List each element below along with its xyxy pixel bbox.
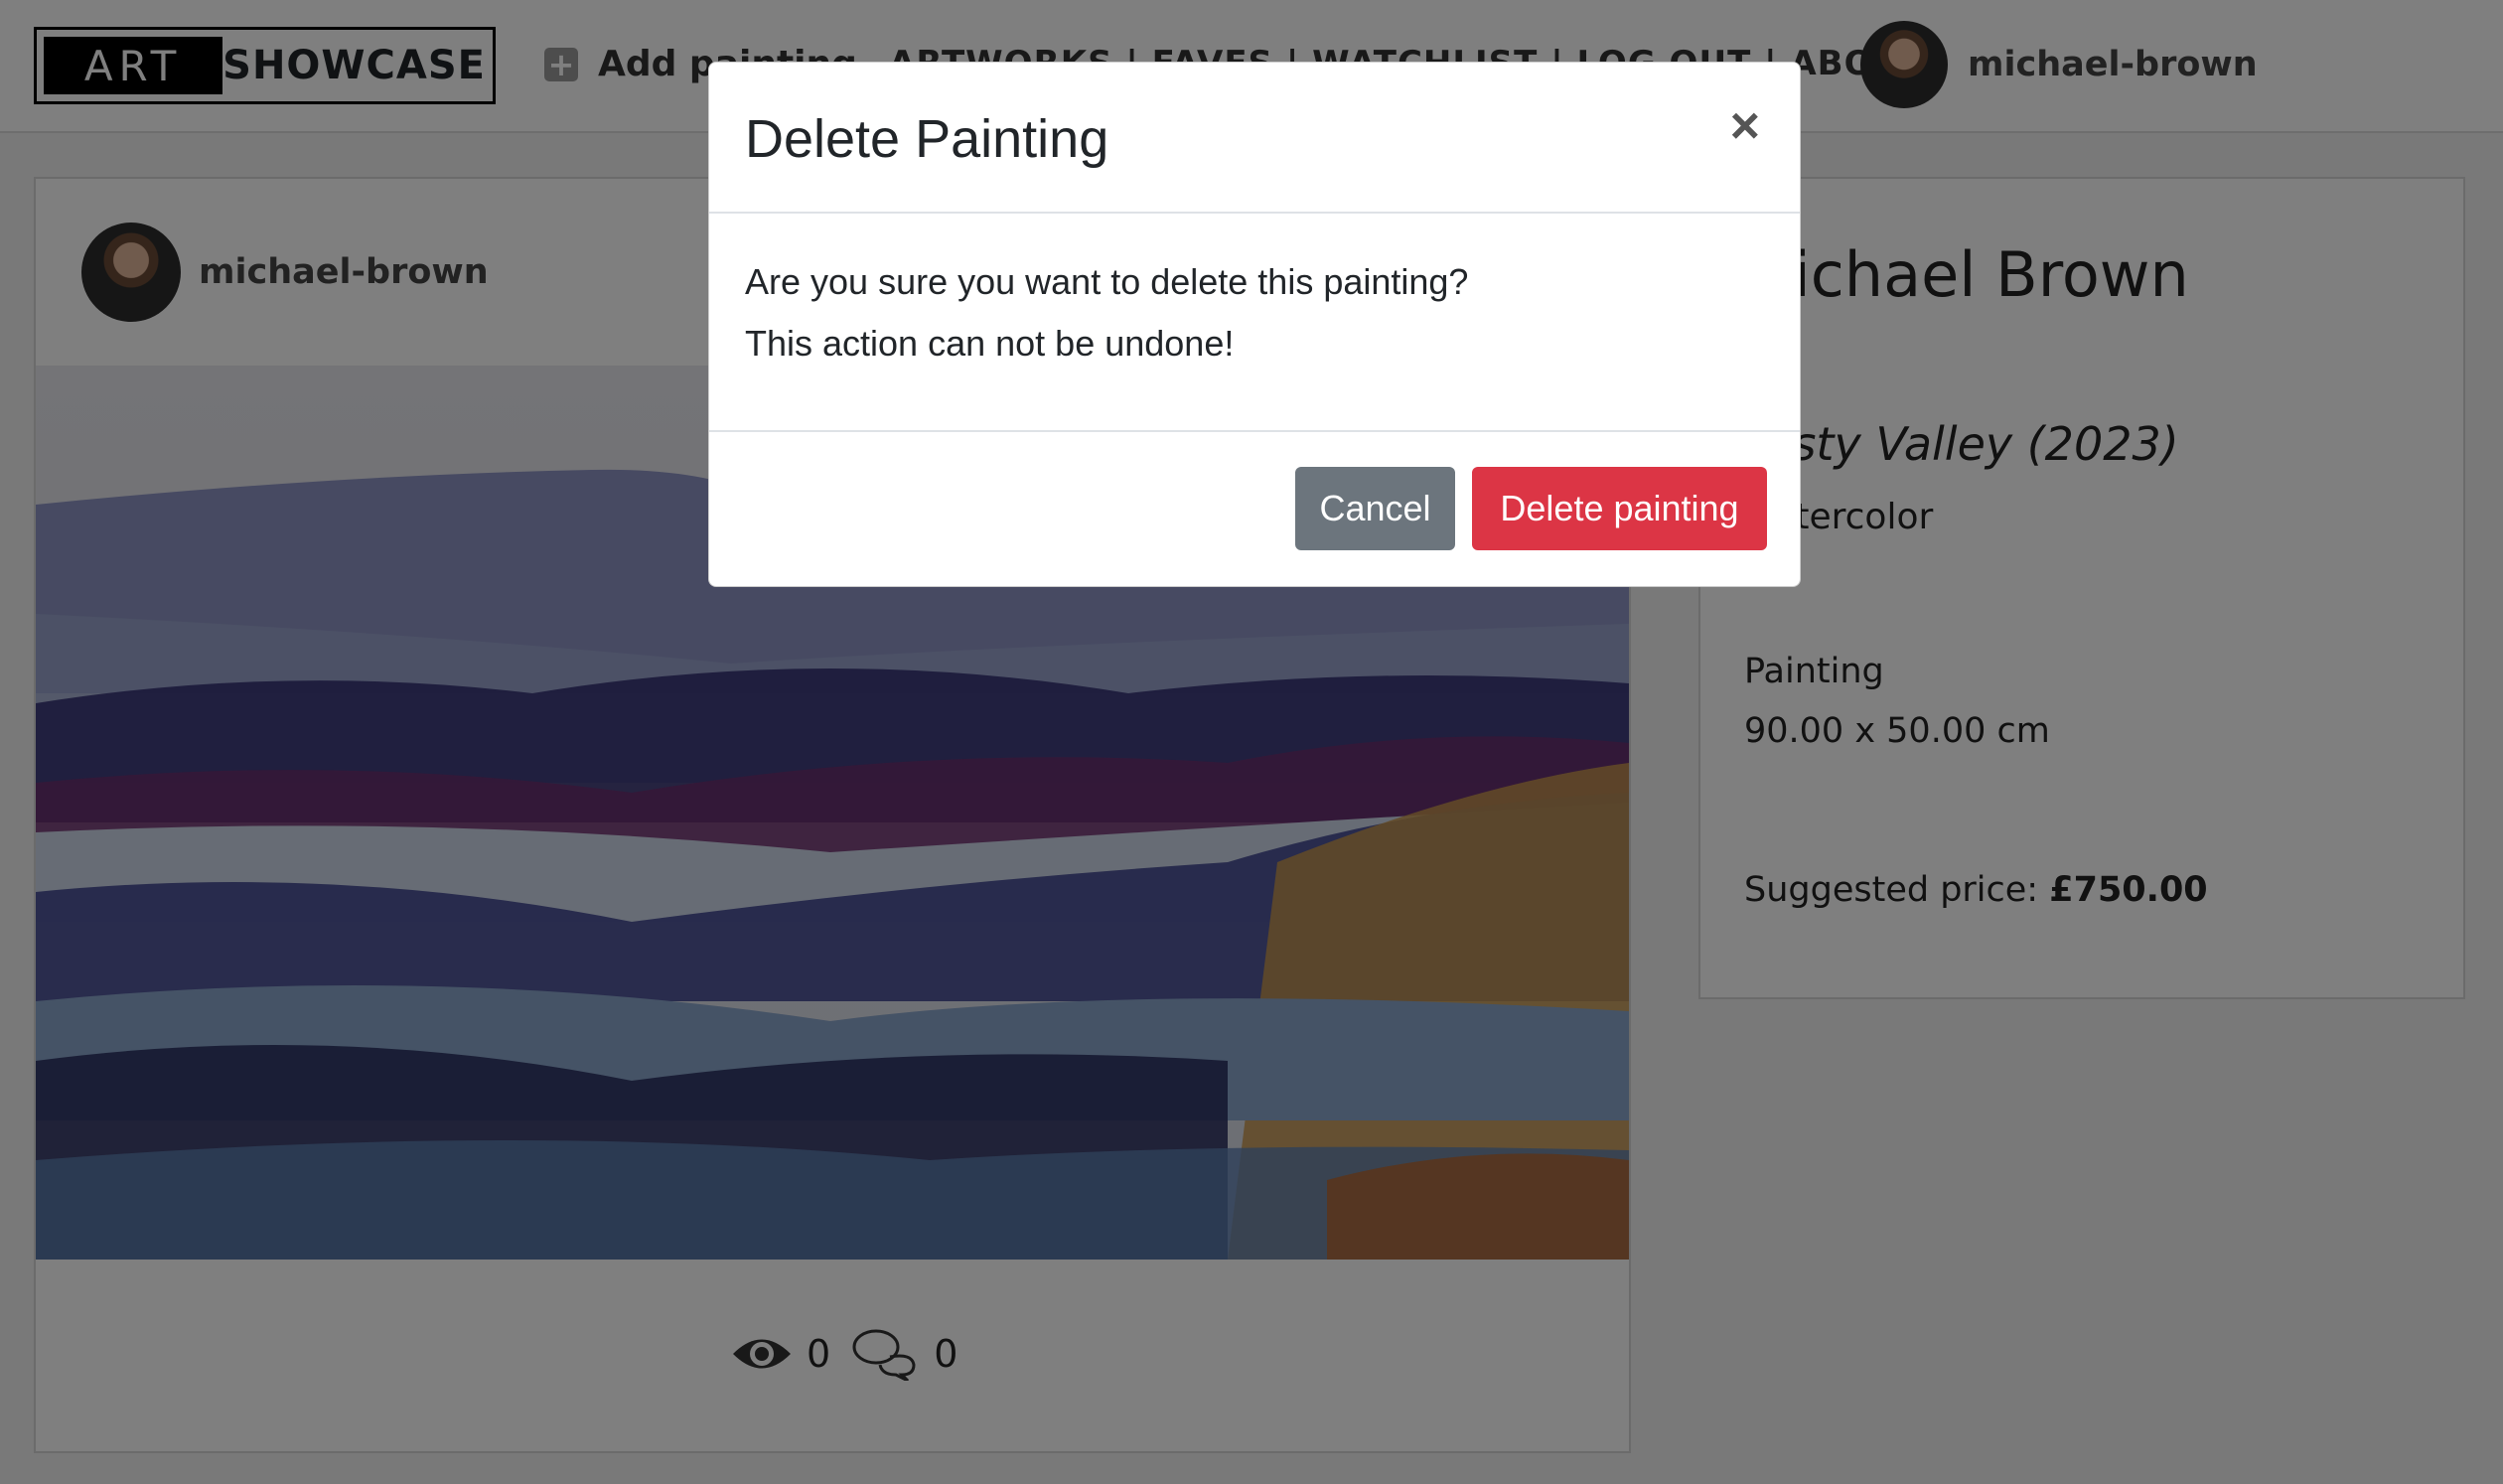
confirm-message: Are you sure you want to delete this pai… [745,261,1469,302]
modal-header: Delete Painting × [709,63,1800,214]
delete-painting-modal: Delete Painting × Are you sure you want … [708,62,1801,587]
modal-footer: Cancel Delete painting [709,432,1800,587]
warning-message: This action can not be undone! [745,323,1235,364]
delete-painting-button[interactable]: Delete painting [1472,467,1767,550]
modal-title: Delete Painting [745,109,1109,169]
close-icon[interactable]: × [1730,100,1760,152]
modal-body: Are you sure you want to delete this pai… [709,214,1800,432]
cancel-button[interactable]: Cancel [1295,467,1455,550]
